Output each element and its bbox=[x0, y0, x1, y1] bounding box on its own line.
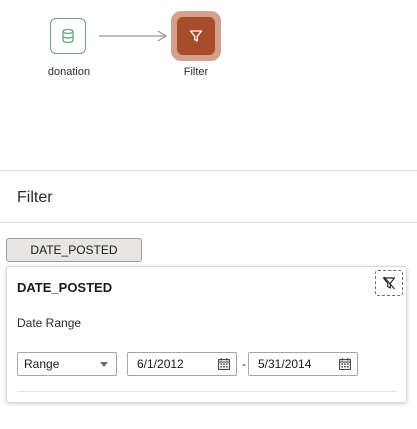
calendar-icon[interactable] bbox=[339, 358, 351, 370]
flow-connector-arrow bbox=[99, 30, 168, 42]
database-icon bbox=[62, 28, 74, 44]
panel-title: Filter bbox=[17, 189, 53, 206]
filter-card: DATE_POSTED Date Range Range 6/1/2012 - bbox=[6, 266, 407, 403]
clear-filter-button[interactable] bbox=[375, 270, 403, 296]
flow-canvas: donation Filter bbox=[0, 0, 417, 170]
chevron-down-icon bbox=[100, 362, 108, 367]
source-node-label: donation bbox=[47, 66, 91, 78]
filter-node[interactable] bbox=[177, 17, 215, 55]
date-range-label: Date Range bbox=[17, 316, 82, 330]
range-type-select[interactable]: Range bbox=[17, 352, 117, 376]
filter-card-divider bbox=[17, 391, 397, 392]
start-date-input[interactable]: 6/1/2012 bbox=[127, 352, 237, 376]
funnel-icon bbox=[189, 30, 203, 42]
panel-divider bbox=[0, 170, 417, 171]
filter-card-title: DATE_POSTED bbox=[17, 280, 113, 295]
column-chip-date-posted[interactable]: DATE_POSTED bbox=[6, 238, 142, 262]
start-date-value: 6/1/2012 bbox=[137, 357, 184, 371]
clear-filter-icon bbox=[382, 276, 396, 290]
panel-title-divider bbox=[0, 222, 417, 223]
end-date-value: 5/31/2014 bbox=[258, 357, 312, 371]
range-type-value: Range bbox=[24, 357, 60, 371]
end-date-input[interactable]: 5/31/2014 bbox=[248, 352, 358, 376]
filter-node-label: Filter bbox=[183, 66, 209, 78]
date-range-separator: - bbox=[242, 357, 246, 371]
calendar-icon[interactable] bbox=[218, 358, 230, 370]
source-node-donation[interactable] bbox=[50, 18, 86, 54]
